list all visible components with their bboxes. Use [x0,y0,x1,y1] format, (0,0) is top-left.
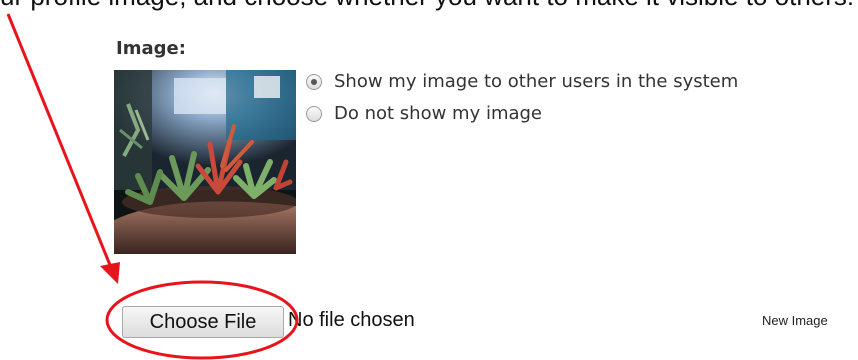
new-image-label: New Image [762,313,828,328]
hide-image-option[interactable]: Do not show my image [306,103,542,124]
annotation-arrow-line [6,13,114,271]
file-status-text: No file chosen [288,309,415,331]
succulent-photo-icon [114,70,296,254]
page: ur profile image, and choose whether you… [0,0,858,360]
show-image-label: Show my image to other users in the syst… [334,71,739,92]
hide-image-label: Do not show my image [334,103,543,124]
show-image-option[interactable]: Show my image to other users in the syst… [306,71,738,92]
image-label: Image: [116,38,186,59]
annotation-arrowhead [100,262,120,284]
profile-image [114,70,296,254]
hide-image-radio[interactable] [306,105,322,122]
choose-file-button[interactable]: Choose File [122,306,284,338]
instruction-text: ur profile image, and choose whether you… [0,0,854,12]
show-image-radio[interactable] [306,73,322,90]
